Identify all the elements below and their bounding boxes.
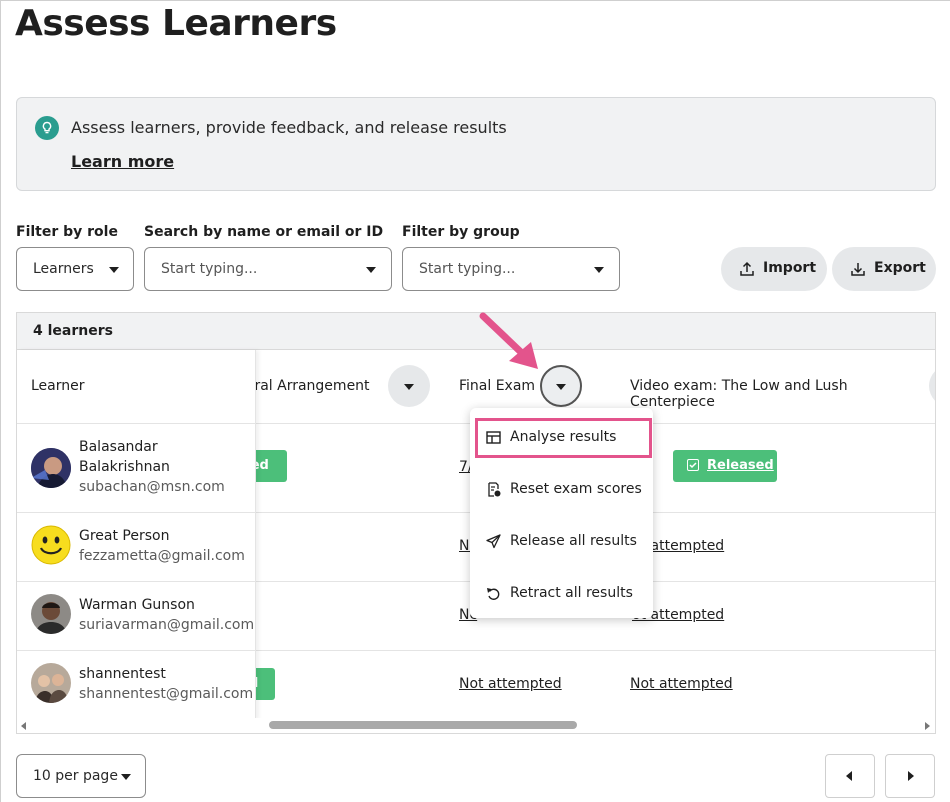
final-exam-column-menu-button[interactable] (540, 365, 582, 407)
filter-role-value: Learners (33, 261, 94, 277)
send-icon (486, 534, 501, 549)
learn-more-link[interactable]: Learn more (71, 152, 174, 171)
upload-icon (739, 261, 755, 281)
previous-page-button[interactable] (825, 754, 875, 798)
menu-item-release-all-results[interactable]: Release all results (470, 516, 653, 568)
row-divider (17, 650, 256, 651)
check-square-icon (687, 459, 699, 471)
learner-email: fezzametta@gmail.com (79, 548, 245, 564)
import-button[interactable]: Import (721, 247, 827, 291)
caret-down-icon (404, 384, 414, 390)
released-badge[interactable]: Released (673, 450, 777, 482)
avatar (31, 663, 71, 703)
final-exam-status-link[interactable]: Not attempted (459, 676, 562, 692)
per-page-select[interactable]: 10 per page (16, 754, 146, 798)
page-title: Assess Learners (15, 3, 337, 44)
filter-group-label: Filter by group (402, 224, 520, 240)
learner-email: shannentest@gmail.com (79, 686, 254, 702)
avatar (31, 594, 71, 634)
reset-scores-icon (488, 482, 501, 497)
scroll-left-icon[interactable] (21, 722, 26, 730)
learner-email: subachan@msn.com (79, 479, 225, 495)
learner-email: suriavarman@gmail.com (79, 617, 255, 633)
learner-column: Learner Balasandar Balakrishnan subachan… (17, 350, 256, 720)
search-label: Search by name or email or ID (144, 224, 384, 240)
row-divider (17, 512, 256, 513)
floral-column-menu-button[interactable] (388, 365, 430, 407)
lightbulb-icon (35, 116, 59, 140)
caret-down-icon (121, 774, 131, 780)
col-header-final-exam: Final Exam (459, 378, 536, 394)
learner-name[interactable]: shannentest (79, 664, 166, 684)
learner-name[interactable]: Balasandar Balakrishnan (79, 437, 170, 477)
next-page-button[interactable] (885, 754, 935, 798)
download-icon (850, 261, 866, 281)
banner-text: Assess learners, provide feedback, and r… (71, 118, 507, 137)
highlight-frame (475, 418, 652, 458)
video-exam-status-link[interactable]: Not attempted (630, 676, 733, 692)
learner-count: 4 learners (33, 323, 113, 339)
undo-icon (487, 588, 500, 600)
info-banner: Assess learners, provide feedback, and r… (16, 97, 936, 191)
scrollbar-thumb[interactable] (269, 721, 577, 729)
group-placeholder: Start typing... (419, 261, 516, 277)
learner-name[interactable]: Warman Gunson (79, 595, 195, 615)
pointer-arrow-icon (479, 312, 538, 369)
chevron-left-icon (846, 771, 852, 781)
menu-item-retract-all-results[interactable]: Retract all results (470, 568, 653, 620)
learner-name[interactable]: Great Person (79, 526, 169, 546)
caret-down-icon (594, 267, 604, 273)
row-divider (17, 423, 256, 424)
filter-role-select[interactable]: Learners (16, 247, 134, 291)
col-header-learner: Learner (31, 378, 85, 394)
smiley-avatar (31, 525, 71, 565)
avatar (31, 448, 71, 488)
filter-role-label: Filter by role (16, 224, 118, 240)
row-divider (17, 581, 256, 582)
chevron-right-icon (908, 771, 914, 781)
scroll-right-icon[interactable] (925, 722, 930, 730)
caret-down-icon (366, 267, 376, 273)
search-input[interactable]: Start typing... (144, 247, 392, 291)
export-button[interactable]: Export (832, 247, 936, 291)
caret-down-icon (556, 384, 566, 390)
menu-item-reset-exam-scores[interactable]: Reset exam scores (470, 464, 653, 516)
per-page-value: 10 per page (33, 768, 118, 784)
filter-group-input[interactable]: Start typing... (402, 247, 620, 291)
export-label: Export (874, 260, 926, 276)
col-header-floral: loral Arrangement (242, 378, 370, 394)
import-label: Import (763, 260, 817, 276)
search-placeholder: Start typing... (161, 261, 258, 277)
col-header-video-exam: Video exam: The Low and Lush Centerpiece (630, 378, 848, 410)
caret-down-icon (109, 267, 119, 273)
